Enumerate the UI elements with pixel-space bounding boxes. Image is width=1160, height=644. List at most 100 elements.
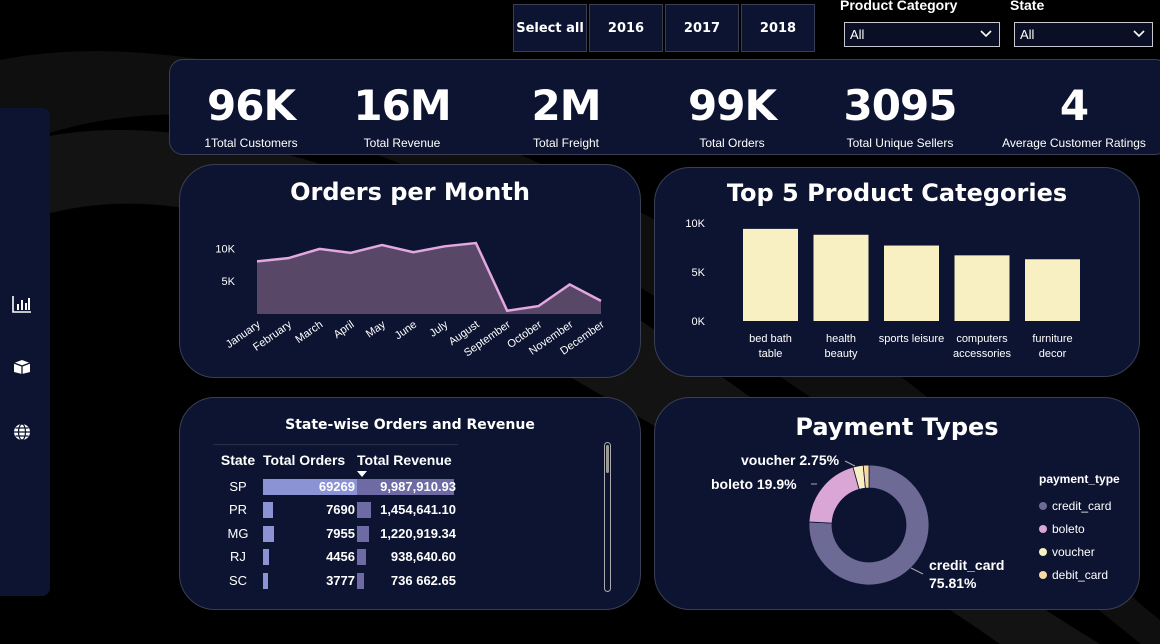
- x-tick-label: July: [427, 318, 450, 339]
- category-dropdown-value: All: [850, 27, 865, 42]
- y-tick-label: 5K: [222, 276, 236, 288]
- legend-label: credit_card: [1052, 498, 1112, 513]
- column-header-state[interactable]: State: [213, 444, 263, 475]
- legend-item-debit-card[interactable]: debit_card: [1039, 563, 1120, 586]
- payment-legend: payment_type credit_card boleto voucher …: [1039, 472, 1120, 586]
- orders-value: 7955: [326, 525, 355, 541]
- year-2017-button[interactable]: 2017: [665, 4, 739, 52]
- cell-orders: 4456: [263, 545, 357, 569]
- legend-item-boleto[interactable]: boleto: [1039, 517, 1120, 540]
- state-dropdown[interactable]: All: [1014, 22, 1153, 47]
- table-row: SC 3777 736 662.65: [213, 569, 458, 593]
- leader-line: [844, 460, 856, 467]
- cell-state: PR: [228, 502, 248, 518]
- cell-state: SP: [229, 478, 247, 494]
- kpi-band: 96K 1Total Customers 16M Total Revenue 2…: [169, 59, 1160, 155]
- payment-types-card: Payment Types credit_card 75.81% boleto 19…: [654, 397, 1140, 610]
- slice-boleto: [808, 466, 860, 524]
- slice-label-voucher: voucher 2.75%: [741, 452, 840, 468]
- legend-label: debit_card: [1052, 567, 1109, 582]
- legend-dot: [1039, 547, 1047, 556]
- state-table-card: State-wise Orders and Revenue State Tota…: [179, 397, 641, 610]
- cell-state: MG: [227, 525, 249, 541]
- table-row: PR 7690 1,454,641.10: [213, 498, 458, 522]
- column-header-orders[interactable]: Total Orders: [263, 444, 357, 475]
- x-tick-label: accessories: [953, 348, 1012, 360]
- y-tick-label: 10K: [685, 218, 705, 230]
- kpi-unique-sellers: 3095 Total Unique Sellers: [844, 60, 958, 150]
- bar-4: [1025, 259, 1080, 321]
- kpi-value: 99K: [688, 81, 777, 130]
- cell-revenue: 736 662.65: [357, 569, 458, 593]
- year-slicer: Select all 2016 2017 2018: [513, 4, 815, 52]
- kpi-total-freight: 2M Total Freight: [531, 60, 601, 150]
- box-icon[interactable]: [11, 356, 33, 378]
- bar-0: [743, 228, 798, 321]
- legend-dot: [1039, 501, 1047, 510]
- legend-dot: [1039, 524, 1047, 533]
- orders-per-month-card: Orders per Month 5K 10K January February Mar…: [179, 164, 641, 378]
- x-tick-label: health: [826, 333, 856, 345]
- kpi-total-orders: 99K Total Orders: [688, 60, 777, 150]
- table-row: MG 7955 1,220,919.34: [213, 522, 458, 546]
- cell-orders: 69269: [263, 475, 357, 499]
- revenue-value: 9,987,910.93: [380, 478, 456, 494]
- legend-label: voucher: [1052, 544, 1095, 559]
- x-tick-label: furniture: [1032, 333, 1072, 345]
- top-categories-card: Top 5 Product Categories 0K 5K 10K bed bath…: [654, 167, 1140, 377]
- x-tick-label: sports leisure: [879, 333, 944, 345]
- legend-title: payment_type: [1039, 472, 1120, 486]
- x-tick-label: decor: [1039, 348, 1067, 360]
- kpi-value: 96K: [207, 81, 296, 130]
- slice-label-credit-card-pct: 75.81%: [929, 575, 977, 591]
- orders-value: 4456: [326, 549, 355, 565]
- column-header-revenue[interactable]: Total Revenue: [357, 444, 458, 477]
- scrollbar-thumb[interactable]: [606, 445, 609, 473]
- orders-value: 7690: [326, 502, 355, 518]
- sidebar-nav: [0, 108, 50, 596]
- kpi-label: Total Freight: [532, 136, 600, 150]
- cell-orders: 3777: [263, 569, 357, 593]
- y-tick-label: 0K: [692, 316, 706, 328]
- table-title: State-wise Orders and Revenue: [285, 417, 535, 433]
- kpi-value: 16M: [353, 81, 451, 130]
- x-tick-label: April: [332, 319, 357, 341]
- kpi-label: Total Orders: [699, 136, 765, 150]
- legend-item-credit-card[interactable]: credit_card: [1039, 494, 1120, 517]
- cell-revenue: 938,640.60: [357, 545, 458, 569]
- table-row: SP 69269 9,987,910.93: [213, 475, 458, 499]
- slice-label-credit-card: credit_card: [929, 557, 1004, 573]
- legend-dot: [1039, 570, 1047, 579]
- kpi-value: 2M: [531, 81, 601, 130]
- table-scrollbar[interactable]: [604, 442, 611, 592]
- cell-state: RJ: [230, 549, 246, 565]
- bar-chart-icon[interactable]: [11, 293, 33, 315]
- kpi-label: 1Total Customers: [204, 136, 298, 150]
- column-header-revenue-label: Total Revenue: [357, 451, 452, 468]
- bar-1: [813, 234, 869, 321]
- orders-area-chart: 5K10KJanuaryFebruary March April May June Jul…: [215, 241, 607, 359]
- chevron-down-icon: [980, 30, 992, 38]
- revenue-value: 1,220,919.34: [380, 525, 456, 541]
- year-2016-button[interactable]: 2016: [589, 4, 663, 52]
- kpi-value: 4: [1059, 81, 1089, 130]
- cell-revenue: 9,987,910.93: [357, 475, 458, 499]
- bar-2: [884, 245, 939, 321]
- state-table: State Total Orders Total Revenue SP 69269…: [213, 444, 458, 592]
- category-dropdown[interactable]: All: [844, 22, 1000, 47]
- x-tick-label: table: [759, 348, 783, 360]
- x-tick-label: May: [364, 318, 388, 340]
- kpi-total-revenue: 16M Total Revenue: [353, 60, 451, 150]
- revenue-value: 1,454,641.10: [380, 502, 456, 518]
- year-2018-button[interactable]: 2018: [741, 4, 815, 52]
- legend-item-voucher[interactable]: voucher: [1039, 540, 1120, 563]
- globe-icon[interactable]: [11, 421, 33, 443]
- y-tick-label: 10K: [215, 243, 235, 255]
- select-all-button[interactable]: Select all: [513, 4, 587, 52]
- x-tick-label: March: [293, 319, 325, 346]
- kpi-label: Total Revenue: [363, 136, 441, 150]
- leader-line: [910, 567, 924, 575]
- cell-orders: 7955: [263, 522, 357, 546]
- kpi-label: Average Customer Ratings: [1002, 136, 1146, 150]
- orders-value: 3777: [326, 572, 355, 588]
